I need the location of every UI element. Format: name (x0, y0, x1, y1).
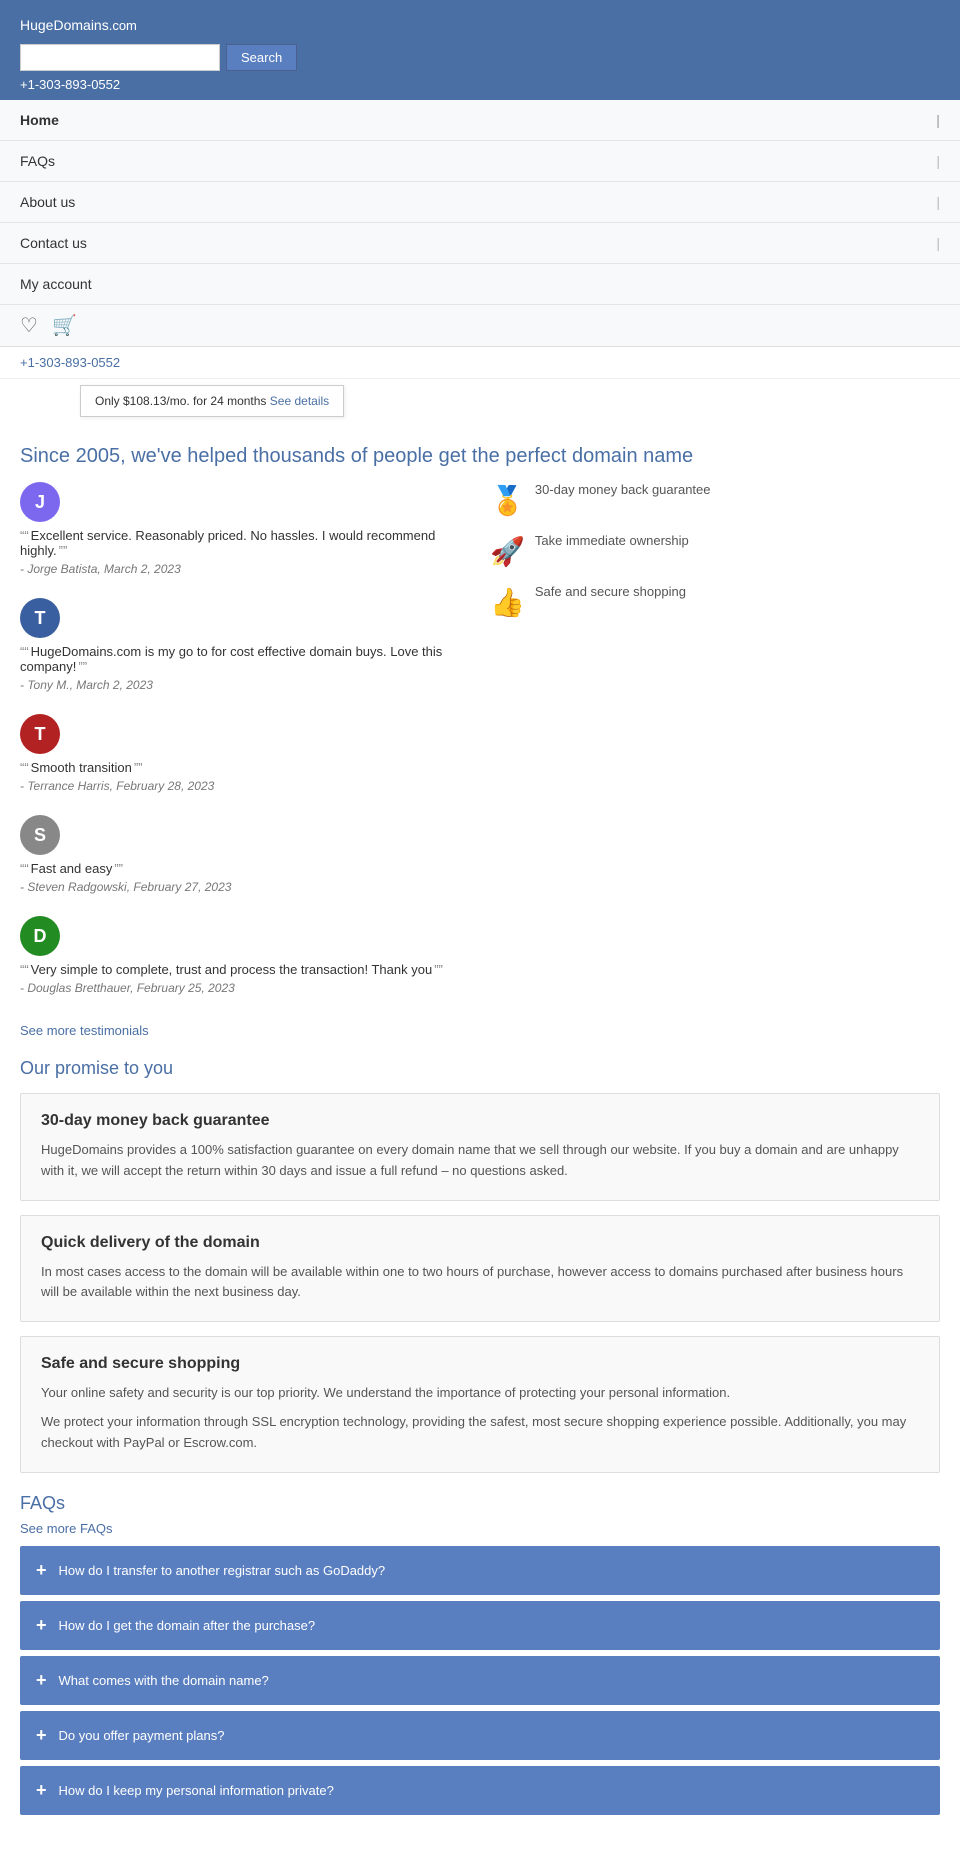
faq-label-1: How do I transfer to another registrar s… (59, 1563, 386, 1578)
testimonial-3: T Smooth transition - Terrance Harris, F… (20, 714, 470, 793)
guarantee-secure-label: Safe and secure shopping (535, 584, 686, 599)
promise-card-3-title: Safe and secure shopping (41, 1355, 919, 1373)
faq-plus-icon-4: + (36, 1725, 47, 1746)
guarantee-money-back-label: 30-day money back guarantee (535, 482, 711, 497)
promise-card-2-text: In most cases access to the domain will … (41, 1262, 919, 1304)
tooltip-area: Only $108.13/mo. for 24 months See detai… (0, 379, 960, 417)
testimonial-1: J Excellent service. Reasonably priced. … (20, 482, 470, 576)
testimonial-4-author: - Steven Radgowski, February 27, 2023 (20, 880, 470, 894)
header: HugeDomains.com Search +1-303-893-0552 (0, 0, 960, 100)
faq-plus-icon-2: + (36, 1615, 47, 1636)
faq-item-5[interactable]: + How do I keep my personal information … (20, 1766, 940, 1815)
testimonial-5: D Very simple to complete, trust and pro… (20, 916, 470, 995)
avatar-s: S (20, 815, 60, 855)
guarantees-column: 🏅 30-day money back guarantee 🚀 Take imm… (490, 482, 940, 1038)
search-button[interactable]: Search (226, 44, 297, 71)
promise-title: Our promise to you (20, 1058, 940, 1079)
nav-divider-home: | (936, 112, 940, 128)
search-input[interactable] (20, 44, 220, 71)
wishlist-icon[interactable]: ♡ (20, 313, 38, 338)
testimonial-3-text: Smooth transition (20, 760, 470, 775)
nav-divider-about: | (936, 194, 940, 210)
main-content: Since 2005, we've helped thousands of pe… (0, 417, 960, 1845)
rocket-icon: 🚀 (490, 535, 525, 568)
nav-divider-faqs: | (936, 153, 940, 169)
nav-home[interactable]: Home | (0, 100, 960, 141)
faq-item-1[interactable]: + How do I transfer to another registrar… (20, 1546, 940, 1595)
money-back-icon: 🏅 (490, 484, 525, 517)
avatar-t2: T (20, 714, 60, 754)
guarantee-immediate-ownership: 🚀 Take immediate ownership (490, 533, 940, 568)
faqs-section: FAQs See more FAQs + How do I transfer t… (20, 1493, 940, 1815)
promise-card-2-title: Quick delivery of the domain (41, 1234, 919, 1252)
guarantee-money-back: 🏅 30-day money back guarantee (490, 482, 940, 517)
testimonial-4: S Fast and easy - Steven Radgowski, Febr… (20, 815, 470, 894)
tooltip-details-link[interactable]: See details (270, 394, 329, 408)
testimonial-1-author: - Jorge Batista, March 2, 2023 (20, 562, 470, 576)
testimonial-4-text: Fast and easy (20, 861, 470, 876)
testimonial-3-author: - Terrance Harris, February 28, 2023 (20, 779, 470, 793)
avatar-t1: T (20, 598, 60, 638)
header-phone: +1-303-893-0552 (20, 77, 940, 92)
logo: HugeDomains.com (20, 10, 137, 36)
faq-label-3: What comes with the domain name? (59, 1673, 269, 1688)
testimonial-2-text: HugeDomains.com is my go to for cost eff… (20, 644, 470, 674)
faqs-title: FAQs (20, 1493, 940, 1514)
questions-phone-link[interactable]: +1-303-893-0552 (20, 355, 120, 370)
avatar-d: D (20, 916, 60, 956)
thumbs-up-icon: 👍 (490, 586, 525, 619)
testimonial-5-author: - Douglas Bretthauer, February 25, 2023 (20, 981, 470, 995)
nav: Home | FAQs | About us | Contact us | My… (0, 100, 960, 347)
guarantee-secure: 👍 Safe and secure shopping (490, 584, 940, 619)
testimonial-2-author: - Tony M., March 2, 2023 (20, 678, 470, 692)
testimonials-guarantees-section: J Excellent service. Reasonably priced. … (20, 482, 940, 1038)
see-more-testimonials-link[interactable]: See more testimonials (20, 1023, 149, 1038)
nav-faqs[interactable]: FAQs | (0, 141, 960, 182)
promise-card-3-text: Your online safety and security is our t… (41, 1383, 919, 1453)
faq-item-3[interactable]: + What comes with the domain name? (20, 1656, 940, 1705)
testimonial-5-text: Very simple to complete, trust and proce… (20, 962, 470, 977)
search-form: Search (20, 44, 940, 71)
questions-bar: +1-303-893-0552 (0, 347, 960, 379)
nav-about[interactable]: About us | (0, 182, 960, 223)
avatar-j: J (20, 482, 60, 522)
nav-myaccount[interactable]: My account (0, 264, 960, 305)
faq-item-4[interactable]: + Do you offer payment plans? (20, 1711, 940, 1760)
testimonial-2: T HugeDomains.com is my go to for cost e… (20, 598, 470, 692)
nav-contact[interactable]: Contact us | (0, 223, 960, 264)
nav-divider-contact: | (936, 235, 940, 251)
faq-label-5: How do I keep my personal information pr… (59, 1783, 334, 1798)
testimonials-column: J Excellent service. Reasonably priced. … (20, 482, 470, 1038)
promise-card-money-back: 30-day money back guarantee HugeDomains … (20, 1093, 940, 1201)
guarantee-immediate-ownership-label: Take immediate ownership (535, 533, 689, 548)
see-more-faqs-link[interactable]: See more FAQs (20, 1521, 112, 1536)
faq-plus-icon-1: + (36, 1560, 47, 1581)
main-heading: Since 2005, we've helped thousands of pe… (20, 445, 940, 468)
faq-label-2: How do I get the domain after the purcha… (59, 1618, 316, 1633)
faq-plus-icon-3: + (36, 1670, 47, 1691)
faq-label-4: Do you offer payment plans? (59, 1728, 225, 1743)
cart-icon[interactable]: 🛒 (52, 313, 77, 338)
promise-card-secure: Safe and secure shopping Your online saf… (20, 1336, 940, 1472)
promise-section: Our promise to you 30-day money back gua… (20, 1058, 940, 1473)
nav-action-icons: ♡ 🛒 (0, 305, 960, 346)
faq-plus-icon-5: + (36, 1780, 47, 1801)
promise-card-1-title: 30-day money back guarantee (41, 1112, 919, 1130)
faq-item-2[interactable]: + How do I get the domain after the purc… (20, 1601, 940, 1650)
promise-card-quick-delivery: Quick delivery of the domain In most cas… (20, 1215, 940, 1323)
testimonial-1-text: Excellent service. Reasonably priced. No… (20, 528, 470, 558)
promise-card-1-text: HugeDomains provides a 100% satisfaction… (41, 1140, 919, 1182)
tooltip-popup: Only $108.13/mo. for 24 months See detai… (80, 385, 344, 417)
